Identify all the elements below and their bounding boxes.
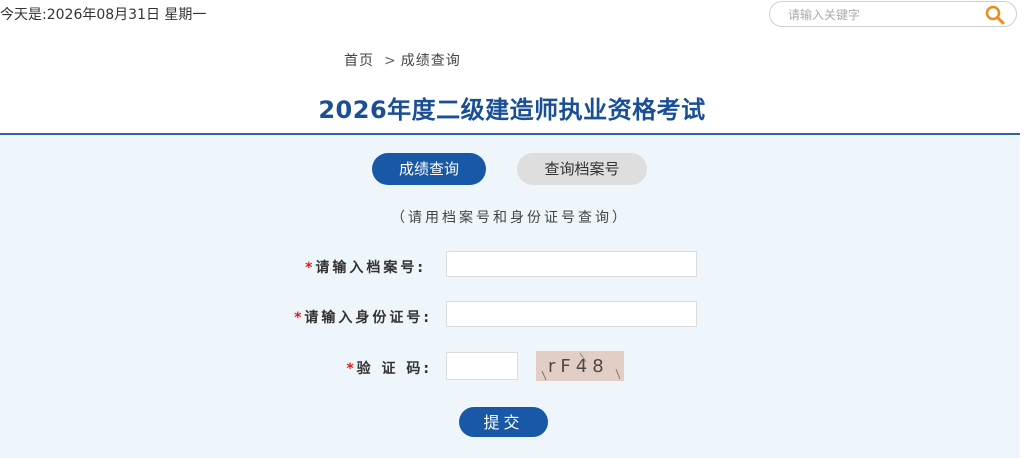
breadcrumb-home[interactable]: 首页 [344,53,374,69]
required-mark: * [346,361,357,377]
required-mark: * [305,260,316,276]
captcha-input[interactable] [446,352,518,380]
search-box [769,1,1017,27]
page-title: 2026年度二级建造师执业资格考试 [318,96,706,124]
form-hint: （请用档案号和身份证号查询） [391,210,629,226]
archive-number-label-text: 请输入档案号: [315,260,426,276]
archive-number-label: *请输入档案号: [240,257,426,277]
search-input[interactable] [786,5,980,25]
tab-archive-number-query[interactable]: 查询档案号 [517,153,647,185]
query-panel: 成绩查询 查询档案号 （请用档案号和身份证号查询） *请输入档案号: *请输入身… [0,135,1020,458]
search-icon[interactable] [984,4,1006,26]
top-bar: 今天是:2026年08月31日 星期一 [0,0,1024,30]
tab-score-query[interactable]: 成绩查询 [372,153,486,185]
submit-button[interactable]: 提交 [459,407,548,437]
breadcrumb-separator: > [384,53,397,69]
breadcrumb: 首页 > 成绩查询 [344,50,461,70]
captcha-label: *验 证 码: [300,358,432,378]
current-date: 今天是:2026年08月31日 星期一 [0,7,207,23]
id-number-input[interactable] [446,301,697,327]
breadcrumb-current: 成绩查询 [400,53,461,69]
captcha-image[interactable]: rF48 [536,351,624,381]
required-mark: * [294,310,305,326]
id-number-label: *请输入身份证号: [240,307,432,327]
captcha-text: rF48 [548,356,609,377]
id-number-label-text: 请输入身份证号: [304,310,432,326]
captcha-label-text: 验 证 码: [356,361,432,377]
archive-number-input[interactable] [446,251,697,277]
